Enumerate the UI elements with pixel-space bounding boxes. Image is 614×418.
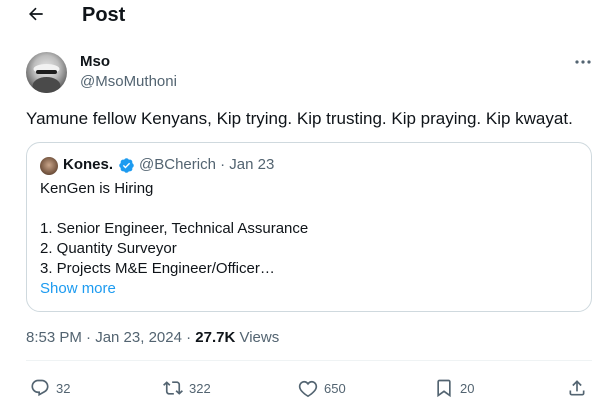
views-count: 27.7K — [195, 329, 236, 346]
show-more-link[interactable]: Show more — [40, 279, 116, 299]
share-button[interactable] — [567, 376, 587, 400]
more-options-button[interactable] — [570, 52, 596, 72]
like-count: 650 — [324, 380, 346, 396]
reply-count: 32 — [56, 380, 71, 396]
quoted-tweet-text: KenGen is Hiring 1. Senior Engineer, Tec… — [40, 179, 308, 279]
bookmark-icon — [437, 379, 451, 398]
quoted-author-name: Kones. — [63, 156, 114, 173]
quoted-line: 2. Quantity Surveyor — [40, 240, 177, 257]
repost-icon — [163, 381, 183, 395]
top-bar: Post — [0, 0, 614, 30]
reply-icon — [31, 379, 49, 397]
quoted-line — [40, 199, 308, 219]
reply-button[interactable]: 32 — [30, 376, 70, 400]
quoted-line: 1. Senior Engineer, Technical Assurance — [40, 220, 309, 237]
tweet-timestamp[interactable]: 8:53 PM · Jan 23, 2024 · — [26, 329, 195, 346]
quoted-author-avatar[interactable] — [40, 157, 58, 175]
page-title: Post — [82, 4, 126, 26]
repost-count: 322 — [189, 380, 211, 396]
bookmark-button[interactable]: 20 — [434, 376, 474, 400]
verified-badge-icon — [119, 158, 134, 173]
repost-button[interactable]: 322 — [163, 376, 211, 400]
quoted-line: KenGen is Hiring — [40, 180, 154, 197]
more-horizontal-icon — [575, 60, 591, 64]
quoted-line: 3. Projects M&E Engineer/Officer… — [40, 260, 275, 277]
bookmark-count: 20 — [460, 380, 475, 396]
quoted-author-meta: @BCherich · Jan 23 — [139, 156, 275, 173]
author-name[interactable]: Mso — [80, 53, 110, 71]
tweet-text: Yamune fellow Kenyans, Kip trying. Kip t… — [26, 109, 573, 128]
tweet-timestamp-row: 8:53 PM · Jan 23, 2024 · 27.7K Views — [26, 329, 279, 347]
quoted-tweet-card[interactable]: Kones. @BCherich · Jan 23 KenGen is Hiri… — [26, 142, 592, 312]
author-handle[interactable]: @MsoMuthoni — [80, 73, 177, 91]
back-button[interactable] — [22, 2, 50, 26]
divider — [26, 360, 592, 361]
arrow-left-icon — [29, 7, 43, 21]
share-icon — [569, 380, 585, 396]
like-button[interactable]: 650 — [298, 376, 346, 400]
heart-icon — [298, 380, 318, 398]
avatar-image — [32, 64, 61, 93]
views-label: Views — [235, 329, 280, 346]
avatar[interactable] — [26, 52, 67, 93]
